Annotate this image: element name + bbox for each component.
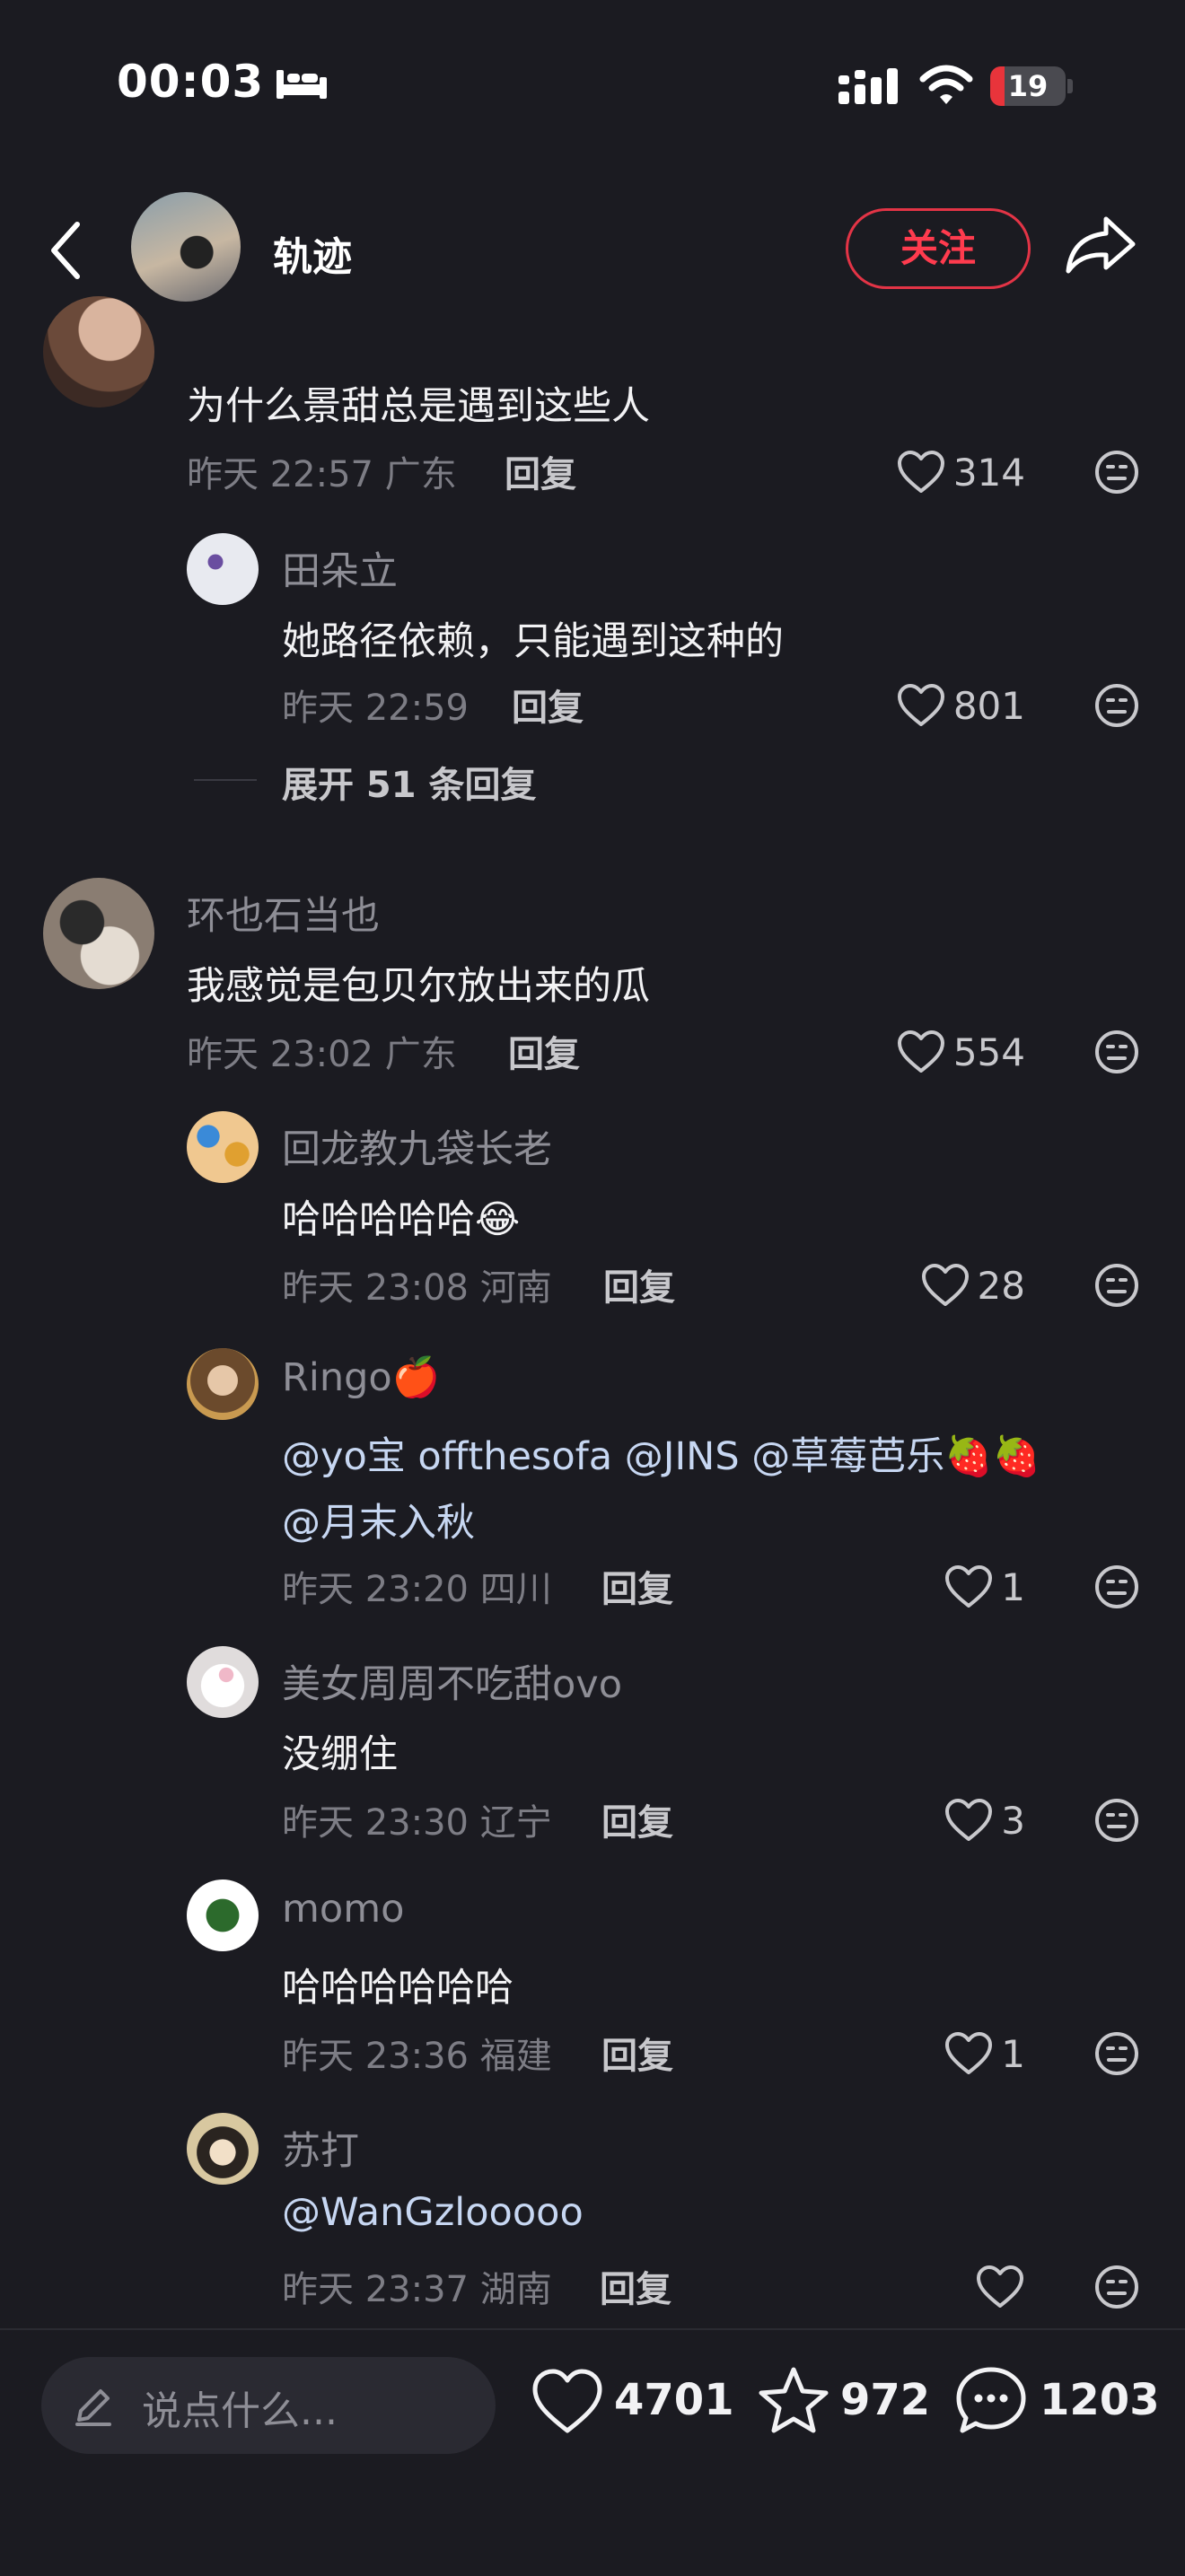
comment-text[interactable]: 为什么景甜总是遇到这些人 <box>187 375 650 431</box>
like-button[interactable]: 314 <box>871 445 1025 499</box>
comment-username[interactable]: 田朵立 <box>282 540 398 596</box>
comment-meta: 昨天 23:08 河南 <box>282 1267 552 1309</box>
battery-level-text: 19 <box>1007 69 1049 103</box>
dislike-icon[interactable] <box>1093 449 1140 495</box>
like-icon[interactable] <box>531 2368 603 2436</box>
commenter-avatar[interactable] <box>43 296 154 407</box>
dislike-icon[interactable] <box>1093 1564 1140 1610</box>
heart-icon <box>921 1264 969 1306</box>
expand-replies-button[interactable]: 展开 51 条回复 <box>282 756 537 808</box>
like-button[interactable] <box>925 2260 1025 2314</box>
post-like-count: 4701 <box>614 2375 734 2425</box>
dislike-icon[interactable] <box>1093 682 1140 729</box>
reply-button[interactable]: 回复 <box>601 1560 673 1612</box>
back-icon[interactable] <box>47 219 83 282</box>
comment-text[interactable]: 我感觉是包贝尔放出来的瓜 <box>187 955 650 1011</box>
cellular-signal-icon <box>838 68 898 104</box>
like-count: 28 <box>977 1263 1025 1308</box>
comment-meta: 昨天 22:57 广东 <box>187 454 457 495</box>
comment-meta: 昨天 23:02 广东 <box>187 1034 457 1075</box>
comment-text-line2[interactable]: @月末入秋 <box>282 1492 475 1547</box>
like-count: 1 <box>1001 2031 1025 2076</box>
dislike-icon[interactable] <box>1093 1262 1140 1309</box>
sleep-mode-icon <box>276 70 327 99</box>
comment-text[interactable]: 没绷住 <box>282 1723 398 1779</box>
mention-text[interactable]: @yo宝 offthesofa @JINS @草莓芭乐🍓🍓 <box>282 1434 1040 1479</box>
pen-icon <box>75 2389 111 2426</box>
star-icon[interactable] <box>758 2366 830 2434</box>
comment-meta: 昨天 23:20 四川 <box>282 1569 552 1610</box>
like-button[interactable]: 1 <box>925 2027 1025 2081</box>
like-button[interactable]: 28 <box>871 1258 1025 1312</box>
dislike-icon[interactable] <box>1093 2264 1140 2310</box>
heart-icon <box>945 1565 993 1608</box>
heart-icon <box>945 1799 993 1841</box>
comment-text[interactable]: @yo宝 offthesofa @JINS @草莓芭乐🍓🍓 <box>282 1425 1040 1481</box>
comment-text[interactable]: @WanGzlooooo <box>282 2190 584 2235</box>
heart-icon <box>897 451 944 493</box>
like-count: 314 <box>952 450 1025 495</box>
like-count: 801 <box>952 683 1025 728</box>
like-count: 1 <box>1001 1564 1025 1609</box>
heart-icon <box>977 2265 1023 2308</box>
commenter-avatar[interactable] <box>187 1111 259 1183</box>
heart-icon <box>897 1030 944 1073</box>
comment-text[interactable]: 哈哈哈哈哈😂 <box>282 1188 520 1244</box>
comment-username[interactable]: 回龙教九袋长老 <box>282 1118 552 1174</box>
like-count: 554 <box>952 1030 1025 1074</box>
comment-icon[interactable] <box>955 2366 1027 2434</box>
mention-text[interactable]: @月末入秋 <box>282 1501 475 1546</box>
reply-button[interactable]: 回复 <box>601 1793 673 1845</box>
dislike-icon[interactable] <box>1093 1797 1140 1844</box>
comment-input-placeholder[interactable]: 说点什么... <box>142 2379 338 2436</box>
comment-meta: 昨天 23:30 辽宁 <box>282 1802 552 1844</box>
comment-username[interactable]: Ringo🍎 <box>282 1355 440 1400</box>
like-button[interactable]: 554 <box>871 1025 1025 1079</box>
commenter-avatar[interactable] <box>187 533 259 605</box>
comment-text[interactable]: 哈哈哈哈哈哈 <box>282 1957 514 2012</box>
battery-indicator: 19 <box>990 66 1073 106</box>
comment-text[interactable]: 她路径依赖，只能遇到这种的 <box>282 610 784 666</box>
reply-button[interactable]: 回复 <box>512 679 584 731</box>
reply-button[interactable]: 回复 <box>601 2027 673 2079</box>
commenter-avatar[interactable] <box>187 1646 259 1718</box>
status-time: 00:03 <box>117 56 265 108</box>
post-comment-count: 1203 <box>1040 2375 1160 2425</box>
commenter-avatar[interactable] <box>187 1879 259 1951</box>
reply-button[interactable]: 回复 <box>600 2260 672 2312</box>
divider-line <box>194 779 257 781</box>
comment-username[interactable]: 环也石当也 <box>187 885 380 941</box>
comment-meta: 昨天 23:36 福建 <box>282 2036 552 2077</box>
wifi-icon <box>919 65 973 104</box>
dislike-icon[interactable] <box>1093 1029 1140 1075</box>
like-button[interactable]: 1 <box>925 1560 1025 1614</box>
commenter-avatar[interactable] <box>187 2113 259 2185</box>
share-icon[interactable] <box>1065 214 1137 276</box>
commenter-avatar[interactable] <box>43 878 154 989</box>
post-favorite-count: 972 <box>840 2375 931 2425</box>
comment-username[interactable]: 苏打 <box>282 2120 359 2176</box>
comment-username[interactable]: mito <box>187 341 274 350</box>
author-avatar[interactable] <box>131 192 241 302</box>
reply-button[interactable]: 回复 <box>505 445 576 497</box>
comment-meta: 昨天 23:37 湖南 <box>282 2269 552 2310</box>
author-name[interactable]: 轨迹 <box>273 224 352 282</box>
mention-text[interactable]: @WanGzlooooo <box>282 2190 584 2235</box>
comment-username[interactable]: momo <box>282 1887 404 1932</box>
heart-icon <box>945 2032 993 2074</box>
follow-button[interactable]: 关注 <box>846 208 1031 289</box>
reply-button[interactable]: 回复 <box>603 1258 675 1310</box>
dislike-icon[interactable] <box>1093 2030 1140 2077</box>
heart-icon <box>897 684 944 726</box>
like-button[interactable]: 3 <box>925 1793 1025 1847</box>
reply-button[interactable]: 回复 <box>508 1025 580 1077</box>
commenter-avatar[interactable] <box>187 1348 259 1420</box>
like-count: 3 <box>1001 1798 1025 1843</box>
like-button[interactable]: 801 <box>871 679 1025 732</box>
comment-username[interactable]: 美女周周不吃甜ovo <box>282 1653 622 1709</box>
comment-meta: 昨天 22:59 <box>282 688 469 729</box>
